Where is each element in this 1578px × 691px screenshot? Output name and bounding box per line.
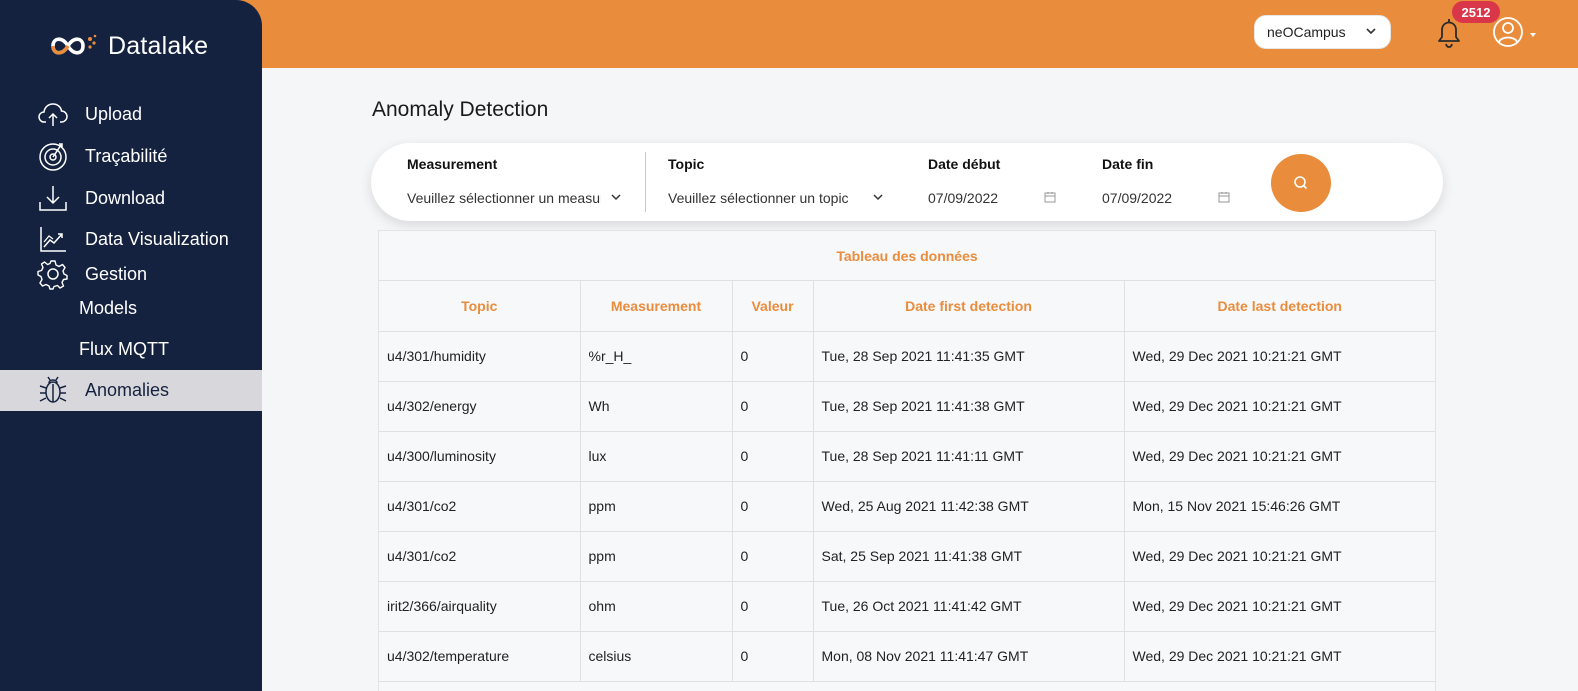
data-table: Topic Measurement Valeur Date first dete… (379, 281, 1435, 682)
table-header-row: Topic Measurement Valeur Date first dete… (379, 281, 1435, 332)
cell-date-first: Tue, 28 Sep 2021 11:41:11 GMT (813, 431, 1125, 482)
table-row[interactable]: u4/300/luminosity lux 0 Tue, 28 Sep 2021… (379, 431, 1435, 482)
page-title: Anomaly Detection (372, 98, 549, 121)
sidebar-item-tracabilite[interactable]: Traçabilité (0, 138, 262, 174)
cell-valeur: 0 (732, 331, 814, 382)
date-start-label: Date début (928, 156, 1001, 172)
cell-valeur: 0 (732, 431, 814, 482)
sidebar-item-label: Upload (85, 103, 143, 124)
sidebar: Datalake Upload Traçabilité Download Dat… (0, 0, 262, 691)
chevron-down-icon (873, 194, 883, 201)
logo: Datalake (50, 28, 208, 64)
table-caption: Tableau des données (379, 231, 1435, 281)
measurement-select[interactable]: Veuillez sélectionner un measurement (407, 190, 601, 206)
cell-valeur: 0 (732, 531, 814, 582)
table-row[interactable]: u4/301/humidity %r_H_ 0 Tue, 28 Sep 2021… (379, 331, 1435, 382)
cell-measurement: celsius (580, 631, 733, 682)
logo-text: Datalake (108, 31, 209, 60)
gear-icon (36, 257, 70, 291)
cell-date-last: Wed, 29 Dec 2021 10:21:21 GMT (1124, 581, 1435, 632)
cell-topic: u4/301/humidity (379, 331, 581, 382)
cell-date-last: Wed, 29 Dec 2021 10:21:21 GMT (1124, 331, 1435, 382)
search-icon (1294, 176, 1308, 190)
filter-divider (645, 152, 646, 212)
filter-bar: Measurement Veuillez sélectionner un mea… (371, 143, 1443, 221)
cell-date-last: Wed, 29 Dec 2021 10:21:21 GMT (1124, 631, 1435, 682)
cell-topic: u4/302/temperature (379, 631, 581, 682)
infinity-logo-icon (51, 34, 97, 55)
sidebar-subitem-flux-mqtt[interactable]: Flux MQTT (79, 339, 169, 360)
cell-topic: irit2/366/airquality (379, 581, 581, 632)
cell-date-first: Tue, 26 Oct 2021 11:41:42 GMT (813, 581, 1125, 632)
chart-icon (36, 222, 70, 256)
cell-topic: u4/300/luminosity (379, 431, 581, 482)
sidebar-item-download[interactable]: Download (0, 180, 262, 216)
cell-date-last: Wed, 29 Dec 2021 10:21:21 GMT (1124, 431, 1435, 482)
date-end-input[interactable]: 07/09/2022 (1102, 190, 1172, 206)
sidebar-item-anomalies[interactable]: Anomalies (0, 370, 262, 411)
table-row[interactable]: u4/301/co2 ppm 0 Sat, 25 Sep 2021 11:41:… (379, 531, 1435, 582)
target-icon (36, 139, 70, 173)
chevron-down-icon (1366, 28, 1376, 35)
cell-date-first: Sat, 25 Sep 2021 11:41:38 GMT (813, 531, 1125, 582)
cloud-upload-icon (36, 97, 70, 131)
sidebar-item-label: Traçabilité (85, 145, 168, 166)
table-row[interactable]: u4/302/energy Wh 0 Tue, 28 Sep 2021 11:4… (379, 381, 1435, 432)
chevron-down-icon (611, 194, 621, 201)
sidebar-item-upload[interactable]: Upload (0, 96, 262, 132)
user-avatar-icon[interactable] (1492, 15, 1544, 49)
search-button[interactable] (1271, 154, 1331, 212)
cell-valeur: 0 (732, 381, 814, 432)
column-header-valeur[interactable]: Valeur (732, 281, 814, 332)
anomaly-table: Tableau des données Topic Measurement Va… (378, 230, 1436, 691)
table-row[interactable]: u4/301/co2 ppm 0 Wed, 25 Aug 2021 11:42:… (379, 481, 1435, 532)
cell-date-first: Wed, 25 Aug 2021 11:42:38 GMT (813, 481, 1125, 532)
date-end-label: Date fin (1102, 156, 1154, 172)
bug-icon (36, 373, 70, 407)
sidebar-item-label: Anomalies (85, 380, 170, 400)
cell-date-first: Mon, 08 Nov 2021 11:41:47 GMT (813, 631, 1125, 682)
cell-measurement: %r_H_ (580, 331, 733, 382)
column-header-topic[interactable]: Topic (379, 281, 581, 332)
cell-measurement: ppm (580, 481, 733, 532)
calendar-icon[interactable] (1218, 191, 1230, 203)
table-row[interactable]: irit2/366/airquality ohm 0 Tue, 26 Oct 2… (379, 581, 1435, 632)
sidebar-item-label: Download (85, 187, 166, 208)
download-icon (36, 181, 70, 215)
cell-topic: u4/301/co2 (379, 531, 581, 582)
cell-date-last: Wed, 29 Dec 2021 10:21:21 GMT (1124, 531, 1435, 582)
column-header-measurement[interactable]: Measurement (580, 281, 733, 332)
sidebar-item-gestion[interactable]: Gestion (0, 256, 262, 292)
cell-measurement: lux (580, 431, 733, 482)
column-header-date-last-detection[interactable]: Date last detection (1124, 281, 1435, 332)
topic-label: Topic (668, 156, 705, 172)
cell-valeur: 0 (732, 631, 814, 682)
cell-topic: u4/302/energy (379, 381, 581, 432)
table-row[interactable]: u4/302/temperature celsius 0 Mon, 08 Nov… (379, 631, 1435, 682)
sidebar-item-label: Gestion (85, 263, 148, 284)
cell-measurement: Wh (580, 381, 733, 432)
topic-select[interactable]: Veuillez sélectionner un topic (668, 190, 860, 206)
date-start-input[interactable]: 07/09/2022 (928, 190, 998, 206)
organization-select[interactable]: neOCampus (1254, 15, 1391, 49)
cell-date-last: Wed, 29 Dec 2021 10:21:21 GMT (1124, 381, 1435, 432)
cell-date-first: Tue, 28 Sep 2021 11:41:35 GMT (813, 331, 1125, 382)
cell-topic: u4/301/co2 (379, 481, 581, 532)
cell-measurement: ppm (580, 531, 733, 582)
sidebar-subitem-models[interactable]: Models (79, 298, 137, 319)
column-header-date-first-detection[interactable]: Date first detection (813, 281, 1125, 332)
calendar-icon[interactable] (1044, 191, 1056, 203)
cell-valeur: 0 (732, 581, 814, 632)
measurement-label: Measurement (407, 156, 498, 172)
sidebar-item-data-visualization[interactable]: Data Visualization (0, 221, 262, 257)
cell-measurement: ohm (580, 581, 733, 632)
cell-valeur: 0 (732, 481, 814, 532)
organization-select-value: neOCampus (1267, 24, 1346, 40)
cell-date-last: Mon, 15 Nov 2021 15:46:26 GMT (1124, 481, 1435, 532)
sidebar-item-label: Data Visualization (85, 228, 229, 249)
cell-date-first: Tue, 28 Sep 2021 11:41:38 GMT (813, 381, 1125, 432)
